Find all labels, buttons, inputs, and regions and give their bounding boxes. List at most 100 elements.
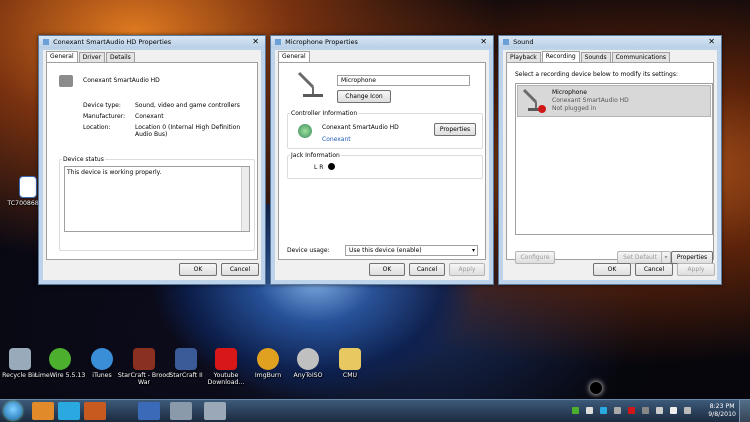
device-usage-select[interactable]: Use this device (enable) ▾ bbox=[345, 245, 478, 256]
audio-app-icon[interactable] bbox=[170, 402, 192, 420]
recording-panel: Select a recording device below to modif… bbox=[506, 62, 714, 264]
tray-limewire-icon[interactable] bbox=[572, 407, 579, 414]
tab-recording[interactable]: Recording bbox=[541, 51, 580, 62]
tray-monitor-icon[interactable] bbox=[656, 407, 663, 414]
titlebar[interactable]: Microphone Properties ✕ bbox=[271, 36, 493, 48]
taskbar: 8:23 PM 9/8/2010 bbox=[0, 399, 750, 422]
manufacturer-label: Manufacturer: bbox=[83, 113, 126, 120]
folder-icon bbox=[339, 348, 361, 370]
tray-device-icon[interactable] bbox=[614, 407, 621, 414]
location-value: Location 0 (Internal High Definition Aud… bbox=[135, 124, 241, 138]
location-label: Location: bbox=[83, 124, 111, 131]
document-icon bbox=[19, 176, 37, 198]
manufacturer-value: Conexant bbox=[135, 113, 164, 120]
device-name-input[interactable]: Microphone bbox=[337, 75, 470, 86]
tab-general[interactable]: General bbox=[278, 51, 310, 62]
close-icon[interactable]: ✕ bbox=[480, 36, 487, 48]
clock[interactable]: 8:23 PM 9/8/2010 bbox=[708, 403, 736, 419]
clock-date: 9/8/2010 bbox=[708, 411, 736, 418]
window-title: Conexant SmartAudio HD Properties bbox=[53, 38, 172, 46]
status-text: This device is working properly. bbox=[67, 169, 162, 176]
volume-icon[interactable] bbox=[670, 407, 677, 414]
desktop-icon-label: CMU bbox=[342, 372, 358, 379]
list-item[interactable]: Microphone Conexant SmartAudio HD Not pl… bbox=[517, 85, 711, 117]
desktop-icon-cmu[interactable]: CMU bbox=[322, 348, 378, 379]
device-driver: Conexant SmartAudio HD bbox=[552, 97, 629, 104]
controller-properties-button[interactable]: Properties bbox=[434, 123, 476, 136]
starcraft-icon bbox=[133, 348, 155, 370]
device-manager-icon[interactable] bbox=[204, 402, 226, 420]
ok-button[interactable]: OK bbox=[369, 263, 405, 276]
controller-name: Conexant SmartAudio HD bbox=[322, 124, 399, 131]
tray-app-icon[interactable] bbox=[642, 407, 649, 414]
configure-button[interactable]: Configure bbox=[515, 251, 555, 264]
controller-info-group: Controller Information Conexant SmartAud… bbox=[287, 110, 483, 149]
recycle-bin-icon bbox=[9, 348, 31, 370]
close-icon[interactable]: ✕ bbox=[252, 36, 259, 48]
ok-button[interactable]: OK bbox=[179, 263, 217, 276]
device-type-value: Sound, video and game controllers bbox=[135, 102, 240, 109]
device-status: Not plugged in bbox=[552, 105, 597, 112]
apply-button[interactable]: Apply bbox=[449, 263, 485, 276]
window-client: Playback Recording Sounds Communications… bbox=[503, 50, 717, 280]
chevron-down-icon: ▾ bbox=[664, 254, 668, 261]
titlebar[interactable]: Conexant SmartAudio HD Properties ✕ bbox=[39, 36, 265, 48]
ok-button[interactable]: OK bbox=[593, 263, 631, 276]
tray-skype-icon[interactable] bbox=[600, 407, 607, 414]
recording-device-list[interactable]: Microphone Conexant SmartAudio HD Not pl… bbox=[515, 83, 713, 235]
start-button[interactable] bbox=[4, 402, 22, 420]
system-tray: 8:23 PM 9/8/2010 bbox=[560, 400, 750, 422]
tab-communications[interactable]: Communications bbox=[611, 52, 671, 62]
window-client: General Microphone Change Icon Controlle… bbox=[275, 50, 489, 280]
tab-playback[interactable]: Playback bbox=[506, 52, 541, 62]
speaker-icon bbox=[43, 39, 49, 45]
tab-sounds[interactable]: Sounds bbox=[580, 52, 611, 62]
change-icon-button[interactable]: Change Icon bbox=[337, 90, 391, 103]
apply-button[interactable]: Apply bbox=[677, 263, 715, 276]
device-usage-label: Device usage: bbox=[287, 247, 330, 254]
show-desktop-button[interactable] bbox=[739, 400, 750, 422]
close-icon[interactable]: ✕ bbox=[708, 36, 715, 48]
skype-icon[interactable] bbox=[58, 402, 80, 420]
microphone-properties-window[interactable]: Microphone Properties ✕ General Micropho… bbox=[270, 35, 494, 285]
tab-details[interactable]: Details bbox=[105, 52, 135, 62]
window-title: Sound bbox=[513, 38, 534, 46]
microphone-icon bbox=[297, 71, 323, 97]
tab-strip: General Driver Details bbox=[46, 51, 135, 62]
set-default-label: Set Default bbox=[623, 254, 657, 261]
tab-general[interactable]: General bbox=[46, 51, 78, 62]
sound-window[interactable]: Sound ✕ Playback Recording Sounds Commun… bbox=[498, 35, 722, 285]
starcraft-ii-icon bbox=[175, 348, 197, 370]
jack-info-group: Jack Information L R bbox=[287, 152, 483, 179]
cancel-button[interactable]: Cancel bbox=[409, 263, 445, 276]
limewire-icon bbox=[49, 348, 71, 370]
tray-network-icon[interactable] bbox=[586, 407, 593, 414]
tray-speaker-icon[interactable] bbox=[684, 407, 691, 414]
youtube-downloader-icon bbox=[215, 348, 237, 370]
device-properties-window[interactable]: Conexant SmartAudio HD Properties ✕ Gene… bbox=[38, 35, 266, 285]
sound-icon bbox=[503, 39, 509, 45]
device-name: Microphone bbox=[552, 89, 587, 96]
scrollbar[interactable] bbox=[241, 167, 249, 231]
group-label: Controller Information bbox=[290, 110, 359, 117]
desktop-icon-label: ImgBurn bbox=[254, 372, 282, 379]
cancel-button[interactable]: Cancel bbox=[635, 263, 673, 276]
word-icon[interactable] bbox=[138, 402, 160, 420]
group-label: Device status bbox=[62, 156, 105, 163]
window-client: General Driver Details Conexant SmartAud… bbox=[43, 50, 261, 280]
desktop-icon-label: AnyToISO bbox=[293, 372, 323, 379]
conexant-logo-icon bbox=[298, 124, 312, 138]
firefox-icon[interactable] bbox=[32, 402, 54, 420]
media-player-icon[interactable] bbox=[84, 402, 106, 420]
chevron-down-icon: ▾ bbox=[471, 247, 475, 254]
titlebar[interactable]: Sound ✕ bbox=[499, 36, 721, 48]
clock-time: 8:23 PM bbox=[709, 403, 735, 410]
status-textbox[interactable]: This device is working properly. bbox=[64, 166, 250, 232]
tab-strip: Playback Recording Sounds Communications bbox=[506, 51, 671, 62]
tab-driver[interactable]: Driver bbox=[78, 52, 106, 62]
tray-flag-icon[interactable] bbox=[628, 407, 635, 414]
cancel-button[interactable]: Cancel bbox=[221, 263, 259, 276]
wallpaper-moon bbox=[590, 382, 602, 394]
controller-link[interactable]: Conexant bbox=[322, 136, 351, 143]
audio-device-icon bbox=[59, 75, 73, 87]
